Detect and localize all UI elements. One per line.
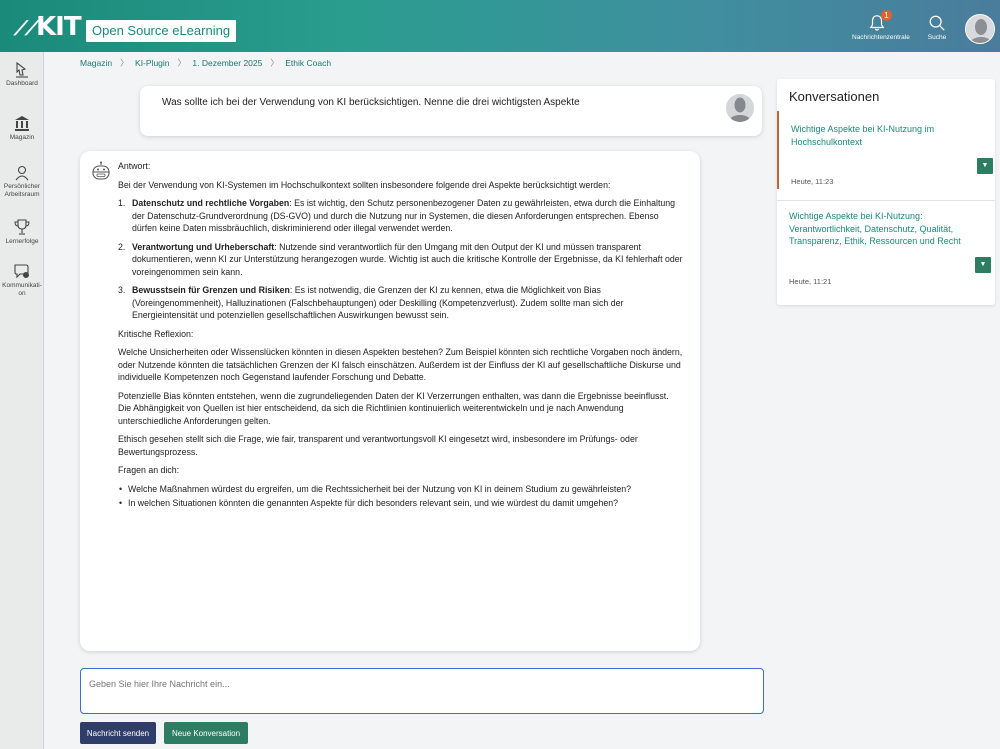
breadcrumb-item[interactable]: Magazin [80,58,112,68]
sidebar-item-label: Magazin [9,134,35,141]
reflection-paragraph: Ethisch gesehen stellt sich die Frage, w… [118,434,638,457]
questions-list: Welche Maßnahmen würdest du ergreifen, u… [118,483,684,510]
sidebar-item-label: Kommunikati-on [2,282,42,297]
list-item: 3. Bewusstsein für Grenzen und Risiken: E… [118,284,684,322]
reflection-paragraph: Welche Unsicherheiten oder Wissenslücken… [118,347,683,382]
breadcrumb-item[interactable]: Ethik Coach [285,58,331,68]
list-item: Welche Maßnahmen würdest du ergreifen, u… [118,483,684,496]
sidebar-item-dashboard[interactable]: Dashboard [0,60,44,88]
kit-logo[interactable]: ⟋⟋KIT [14,12,82,42]
list-number: 1. [118,198,126,208]
list-item: In welchen Situationen könnten die genan… [118,497,684,510]
sidebar-item-lernerfolge[interactable]: Lernerfolge [0,218,44,246]
reflection-heading: Kritische Reflexion: [118,328,194,339]
conversation-link[interactable]: Wichtige Aspekte bei KI-Nutzung im Hochs… [791,123,983,148]
search-label: Suche [927,34,947,41]
bot-message: Antwort: Bei der Verwendung von KI-Syste… [80,151,700,651]
conversation-link[interactable]: Wichtige Aspekte bei KI-Nutzung: Verantw… [789,210,981,248]
search-icon [929,15,945,31]
dashboard-icon [16,61,28,78]
user-silhouette-icon [726,94,754,122]
chevron-right-icon: 〉 [177,58,187,68]
user-message: Was sollte ich bei der Verwendung von KI… [140,86,762,136]
chevron-down-icon[interactable]: ▼ [977,158,993,174]
message-input[interactable] [80,668,764,714]
sidebar-item-label: Lernerfolge [5,238,39,245]
left-sidebar: Dashboard Magazin Persönlicher Arbeitsra… [0,52,44,749]
breadcrumb: Magazin 〉 KI-Plugin 〉 1. Dezember 2025 〉 Et… [80,57,335,69]
notification-badge: 1 [881,10,892,21]
user-silhouette-icon [966,15,994,43]
bot-message-content: Antwort: Bei der Verwendung von KI-Syste… [118,160,684,512]
notification-label: Nachrichtenzentrale [852,34,910,41]
aspect-title: Bewusstsein für Grenzen und Risiken [132,285,290,295]
library-icon [15,116,29,131]
reflection-paragraph: Potenzielle Bias könnten entstehen, wenn… [118,390,669,426]
notification-center[interactable]: 1 Nachrichtenzentrale [852,10,910,41]
chevron-right-icon: 〉 [270,58,279,68]
send-message-button[interactable]: Nachricht senden [80,722,156,744]
list-number: 3. [118,285,126,295]
conversation-item[interactable]: Wichtige Aspekte bei KI-Nutzung im Hochs… [777,111,995,189]
list-number: 2. [118,241,126,252]
breadcrumb-item[interactable]: KI-Plugin [135,58,170,68]
aspect-title: Datenschutz und rechtliche Vorgaben [132,198,290,208]
list-item: 1. Datenschutz und rechtliche Vorgaben: E… [118,197,684,235]
new-conversation-button[interactable]: Neue Konversation [164,722,248,744]
sidebar-item-magazin[interactable]: Magazin [0,114,44,142]
sidebar-item-label: Dashboard [6,80,38,87]
robot-icon [92,161,110,180]
aspect-title: Verantwortung und Urheberschaft [132,241,275,252]
answer-intro: Bei der Verwendung von KI-Systemen im Ho… [118,179,611,190]
chevron-right-icon: 〉 [120,58,129,68]
questions-heading: Fragen an dich: [118,465,180,475]
divider [777,200,995,201]
user-message-text: Was sollte ich bei der Verwendung von KI… [162,97,580,108]
conversations-title: Konversationen [789,89,880,104]
conversation-item[interactable]: Wichtige Aspekte bei KI-Nutzung: Verantw… [777,207,995,295]
conversation-time: Heute, 11:23 [791,177,834,186]
chat-icon [14,264,29,279]
chevron-down-icon[interactable]: ▼ [975,257,991,273]
user-message-avatar [726,94,754,122]
trophy-icon [14,219,30,235]
list-item: 2. Verantwortung und Urheberschaft: Nutze… [118,241,684,279]
conversations-panel: Konversationen Wichtige Aspekte bei KI-N… [777,79,995,305]
user-avatar[interactable] [965,14,995,44]
conversation-time: Heute, 11:21 [789,277,832,286]
app-title[interactable]: Open Source eLearning [86,20,237,42]
answer-label: Antwort: [118,161,151,171]
breadcrumb-item[interactable]: 1. Dezember 2025 [192,58,262,68]
sidebar-item-label: Persönlicher Arbeitsraum [3,183,41,198]
person-icon [15,165,29,181]
top-header: ⟋⟋KIT Open Source eLearning 1 Nachrichte… [0,0,1000,52]
sidebar-item-kommunikation[interactable]: Kommunikati-on [0,262,44,298]
aspects-list: 1. Datenschutz und rechtliche Vorgaben: E… [118,197,684,322]
sidebar-item-arbeitsraum[interactable]: Persönlicher Arbeitsraum [0,165,44,199]
search-button[interactable]: Suche [924,14,950,41]
